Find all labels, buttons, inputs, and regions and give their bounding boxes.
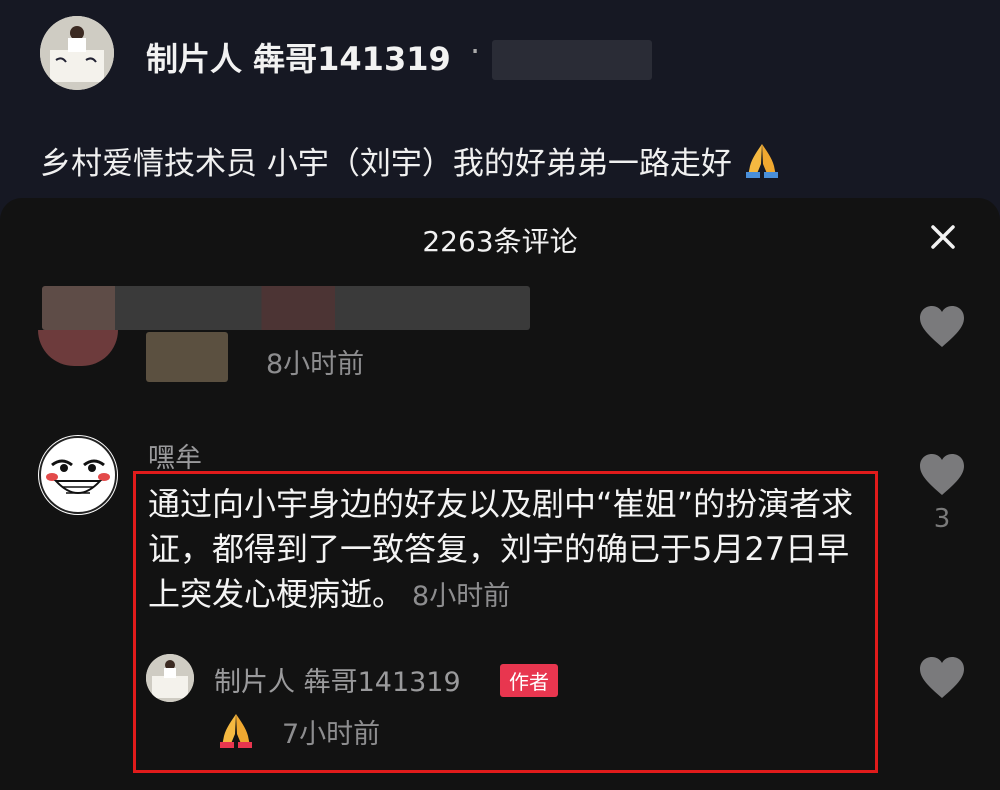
blurred-comment-header xyxy=(42,286,530,330)
author-badge: 作者 xyxy=(500,664,558,697)
commenter-avatar[interactable] xyxy=(38,435,118,515)
heart-icon[interactable] xyxy=(918,656,966,700)
post-header: 制片人 犇哥141319 · 乡村爱情技术员 小宇（刘宇）我的好弟弟一路走好 xyxy=(0,0,1000,200)
reply-time: 7小时前 xyxy=(282,719,381,750)
separator-dot: · xyxy=(470,32,481,70)
author-avatar[interactable] xyxy=(40,16,114,90)
avatar-image xyxy=(40,16,114,90)
comment-time: 8小时前 xyxy=(266,349,365,380)
heart-icon[interactable] xyxy=(918,453,966,497)
close-icon[interactable] xyxy=(926,220,960,254)
caption-text: 乡村爱情技术员 小宇（刘宇）我的好弟弟一路走好 xyxy=(40,146,732,182)
praying-hands-icon xyxy=(745,144,778,178)
commenter-username[interactable]: 嘿牟 xyxy=(148,436,202,475)
post-caption: 乡村爱情技术员 小宇（刘宇）我的好弟弟一路走好 xyxy=(40,138,782,183)
reply-author-avatar[interactable] xyxy=(146,654,194,702)
troll-face-avatar xyxy=(39,436,117,514)
like-count: 3 xyxy=(933,504,951,534)
avatar-image xyxy=(146,654,194,702)
author-name[interactable]: 制片人 犇哥141319 xyxy=(146,34,451,80)
blurred-avatar xyxy=(38,330,118,366)
praying-hands-icon xyxy=(220,714,252,748)
comments-count-title: 2263条评论 xyxy=(422,225,578,258)
comments-sheet: 2263条评论 8小时前 嘿牟 通过向小宇身边的好友以及剧中“崔姐”的扮演者求证… xyxy=(0,198,1000,790)
reply-username[interactable]: 制片人 犇哥141319 xyxy=(214,660,461,699)
blurred-comment-text xyxy=(146,332,228,382)
heart-icon[interactable] xyxy=(918,305,966,349)
blurred-content xyxy=(492,40,652,80)
